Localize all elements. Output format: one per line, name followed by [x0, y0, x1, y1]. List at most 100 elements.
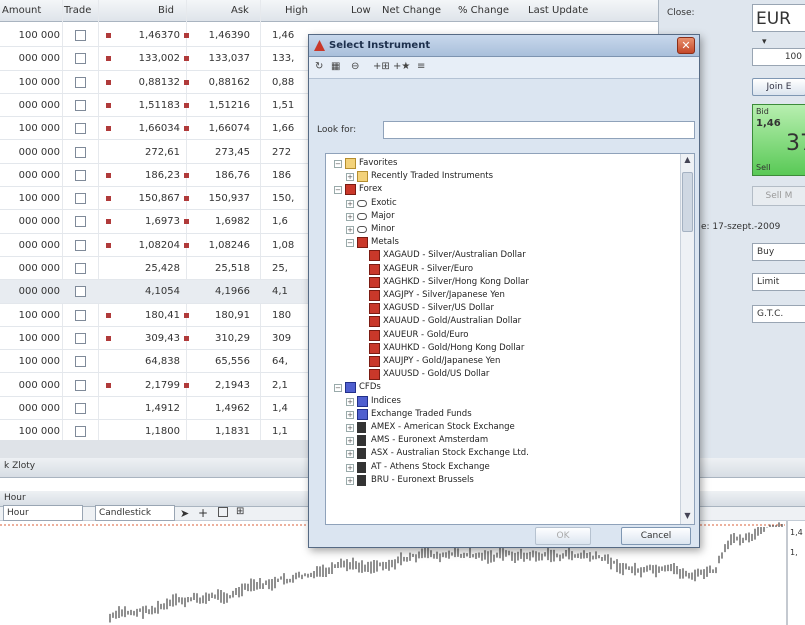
order-type-select[interactable]: Limit — [752, 273, 805, 291]
expander-icon[interactable]: + — [346, 212, 354, 221]
app-icon — [314, 40, 325, 51]
scroll-up-icon[interactable]: ▲ — [682, 155, 693, 167]
expander-icon[interactable]: + — [346, 199, 354, 208]
trade-checkbox[interactable] — [75, 426, 86, 438]
ask-cell: 1,4962 — [215, 402, 250, 414]
trade-checkbox[interactable] — [75, 332, 86, 344]
cursor-tool-icon[interactable]: ➤ — [180, 507, 189, 520]
side-select[interactable]: Buy — [752, 243, 805, 261]
expander-icon[interactable]: − — [334, 186, 342, 195]
trade-checkbox[interactable] — [75, 216, 86, 228]
col-trade[interactable]: Trade — [64, 5, 91, 16]
scroll-down-icon[interactable]: ▼ — [682, 511, 693, 523]
expander-icon[interactable]: + — [346, 173, 354, 182]
tree-node-label: CFDs — [359, 382, 381, 393]
trade-checkbox[interactable] — [75, 169, 86, 181]
down-arrow-icon — [106, 219, 111, 225]
trade-checkbox[interactable] — [75, 146, 86, 158]
price-label: 1,4 — [790, 528, 803, 537]
grid-tool-icon[interactable]: ⊞ — [236, 506, 244, 517]
bid-cell: 1,51183 — [138, 99, 180, 111]
down-arrow-icon — [106, 242, 111, 248]
bid-price-box[interactable]: Bid 1,46 37 Sell — [752, 104, 805, 176]
amount-cell: 000 000 — [18, 53, 60, 65]
chart-type-select[interactable]: Candlestick — [95, 505, 175, 521]
currency-select[interactable]: EUR ▾ — [752, 4, 805, 47]
crosshair-tool-icon[interactable]: + — [198, 506, 208, 520]
sell-label: Sell — [756, 163, 771, 172]
trade-checkbox[interactable] — [75, 263, 86, 274]
tree-node-label: XAUUSD - Gold/US Dollar — [383, 369, 490, 380]
trade-checkbox[interactable] — [75, 239, 86, 251]
amount-field[interactable]: 100 — [752, 48, 805, 66]
expand-all-icon[interactable]: +⊞ — [373, 61, 390, 75]
dialog-titlebar[interactable]: Select Instrument ✕ — [309, 35, 699, 57]
expander-icon[interactable]: − — [346, 239, 354, 248]
expander-icon[interactable]: + — [346, 397, 354, 406]
amount-cell: 000 000 — [18, 286, 60, 298]
trade-checkbox[interactable] — [75, 123, 86, 135]
sell-market-button[interactable]: Sell M — [752, 186, 805, 206]
expander-icon[interactable]: + — [346, 463, 354, 472]
join-button[interactable]: Join E — [752, 78, 805, 96]
tree-node-label: Minor — [371, 224, 395, 234]
col-pct-change[interactable]: % Change — [458, 5, 509, 16]
view-icon[interactable]: ⊖ — [351, 61, 359, 75]
trade-checkbox[interactable] — [75, 309, 86, 321]
col-high[interactable]: High — [285, 5, 308, 16]
trade-checkbox[interactable] — [75, 99, 86, 111]
trade-checkbox[interactable] — [75, 286, 86, 298]
expander-icon[interactable]: + — [346, 437, 354, 446]
expander-icon[interactable]: + — [346, 476, 354, 485]
ask-cell: 310,29 — [215, 332, 250, 344]
ok-button[interactable]: OK — [535, 527, 591, 545]
amount-cell: 100 000 — [18, 309, 60, 321]
validity-select[interactable]: G.T.C. — [752, 305, 805, 323]
expander-icon[interactable]: + — [346, 424, 354, 432]
group-icon — [357, 226, 367, 233]
trade-checkbox[interactable] — [75, 193, 86, 205]
down-arrow-icon — [184, 219, 189, 225]
expander-icon[interactable]: + — [346, 226, 354, 234]
amount-cell: 000 000 — [18, 99, 60, 111]
chart-type-value: Candlestick — [99, 508, 152, 518]
expander-icon[interactable]: + — [346, 450, 354, 459]
col-amount[interactable]: Amount — [2, 5, 41, 16]
close-icon[interactable]: ✕ — [677, 37, 695, 54]
col-net-change[interactable]: Net Change — [382, 5, 441, 16]
trade-checkbox[interactable] — [75, 30, 86, 41]
down-arrow-icon — [106, 79, 111, 85]
col-bid[interactable]: Bid — [158, 5, 174, 16]
ask-cell: 133,037 — [208, 53, 250, 65]
lookfor-input[interactable] — [383, 121, 695, 139]
trade-checkbox[interactable] — [75, 76, 86, 88]
cancel-button[interactable]: Cancel — [621, 527, 691, 545]
down-arrow-icon — [184, 102, 189, 108]
add-favorite-icon[interactable]: +★ — [393, 61, 410, 75]
tree-node-label: Metals — [371, 237, 399, 248]
down-arrow-icon — [106, 126, 111, 132]
ask-cell: 1,6982 — [215, 216, 250, 228]
trade-checkbox[interactable] — [75, 356, 86, 368]
period-select[interactable]: Hour — [3, 505, 83, 521]
expander-icon[interactable]: − — [334, 384, 342, 393]
expander-icon[interactable]: + — [346, 410, 354, 419]
amount-cell: 000 000 — [18, 379, 60, 391]
trade-checkbox[interactable] — [75, 402, 86, 414]
period-select-value: Hour — [7, 508, 29, 518]
refresh-icon[interactable]: ↻ — [315, 61, 323, 75]
instrument-red-icon — [369, 369, 380, 381]
col-last-update[interactable]: Last Update — [528, 5, 588, 16]
down-arrow-icon — [106, 56, 111, 62]
options-icon[interactable]: ≡ — [417, 61, 425, 75]
instrument-tab[interactable]: k Zloty — [4, 461, 35, 471]
col-low[interactable]: Low — [351, 5, 371, 16]
trade-checkbox[interactable] — [75, 53, 86, 65]
col-ask[interactable]: Ask — [231, 5, 249, 16]
bank-icon[interactable]: ▦ — [331, 61, 340, 75]
tree-scrollbar[interactable]: ▲ ▼ — [680, 154, 694, 524]
trade-checkbox[interactable] — [75, 379, 86, 391]
expander-icon[interactable]: − — [334, 160, 342, 168]
zoom-tool-icon[interactable] — [218, 507, 228, 517]
scroll-thumb[interactable] — [682, 172, 693, 232]
